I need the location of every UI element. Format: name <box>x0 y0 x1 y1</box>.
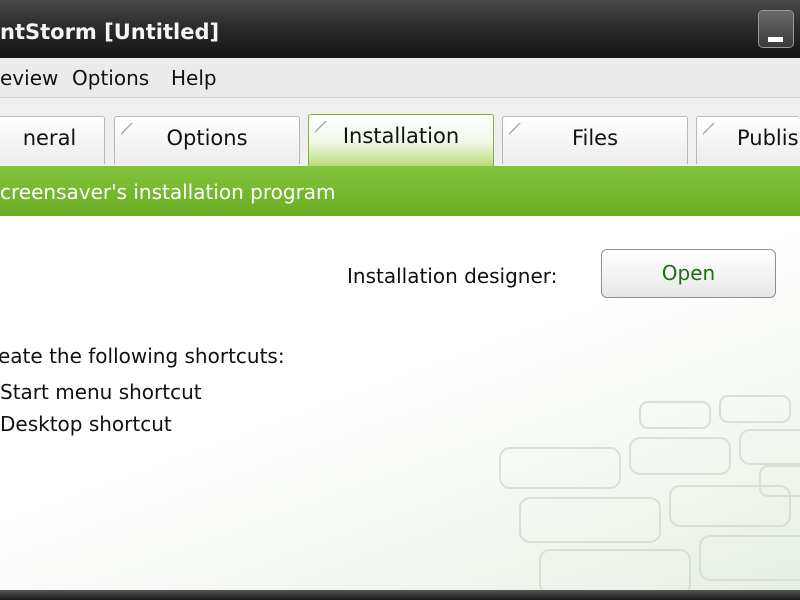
minimize-icon <box>768 37 783 42</box>
desktop-shortcut-label: Desktop shortcut <box>0 412 172 436</box>
tab-general[interactable]: neral <box>0 116 105 164</box>
start-menu-shortcut-label: Start menu shortcut <box>0 380 202 404</box>
menu-bar: eview Options Help <box>0 58 800 98</box>
menu-item-preview[interactable]: eview <box>0 66 58 90</box>
title-bar[interactable]: ntStorm [Untitled] <box>0 0 800 58</box>
tab-options[interactable]: Options <box>114 116 300 164</box>
tab-fold-icon <box>508 122 520 134</box>
installation-panel: Installation designer: Open eate the fol… <box>0 216 800 590</box>
tab-label: Publish <box>737 126 800 150</box>
shortcuts-heading: eate the following shortcuts: <box>0 344 285 368</box>
section-banner: creensaver's installation program <box>0 166 800 216</box>
window-bottom-border <box>0 590 800 600</box>
window-title: ntStorm [Untitled] <box>0 20 220 44</box>
menu-item-options[interactable]: Options <box>72 66 149 90</box>
open-button[interactable]: Open <box>601 249 776 298</box>
tab-label: Files <box>571 126 619 150</box>
tab-installation[interactable]: Installation <box>308 114 494 166</box>
tab-fold-icon <box>702 122 714 134</box>
tab-files[interactable]: Files <box>502 116 688 164</box>
minimize-button[interactable] <box>758 10 794 48</box>
tab-publish[interactable]: Publish <box>696 116 800 164</box>
tab-label: Installation <box>342 124 460 148</box>
menu-item-help[interactable]: Help <box>171 66 217 90</box>
tab-label: Options <box>166 126 248 150</box>
tab-label: neral <box>22 126 77 150</box>
banner-text: creensaver's installation program <box>0 180 336 204</box>
installation-designer-label: Installation designer: <box>347 264 558 288</box>
tab-strip: neral Options Installation Files Publish <box>0 98 800 166</box>
tab-fold-icon <box>120 122 132 134</box>
tab-fold-icon <box>314 120 326 132</box>
